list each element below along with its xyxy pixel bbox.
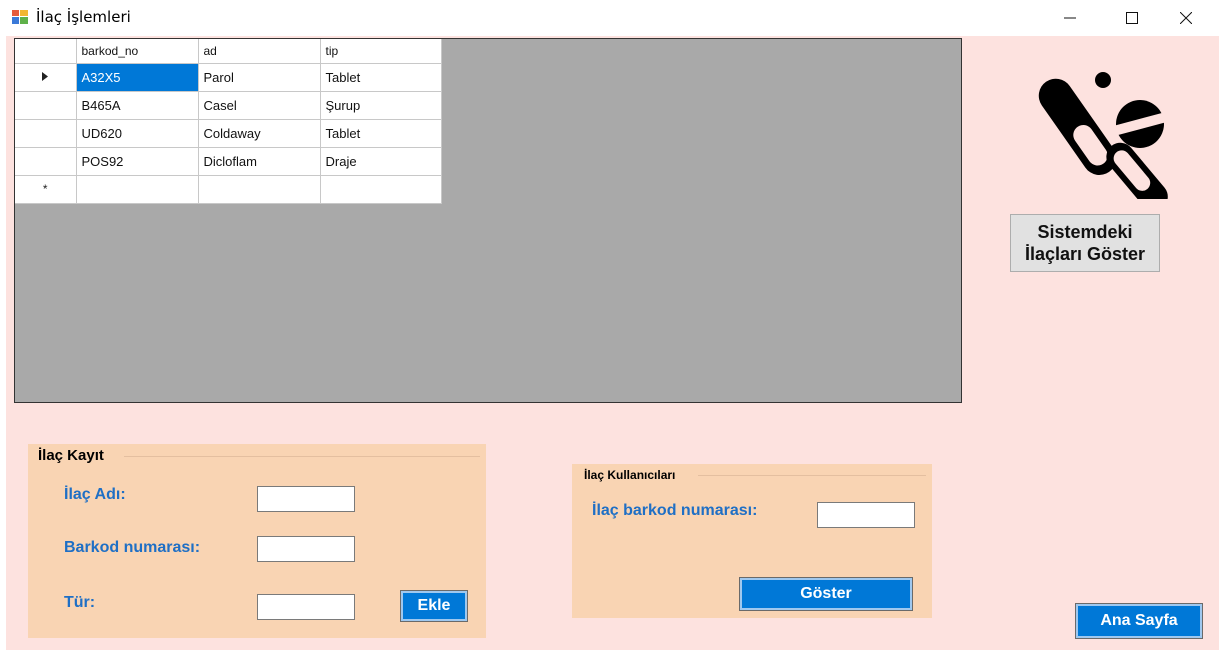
table-cell[interactable]: B465A xyxy=(76,91,199,120)
grid-header-row: barkod_no ad tip xyxy=(15,39,442,64)
minimize-icon xyxy=(1064,17,1076,19)
table-cell[interactable]: POS92 xyxy=(76,147,199,176)
table-cell[interactable]: Draje xyxy=(320,147,442,176)
type-input[interactable] xyxy=(257,594,355,620)
table-cell[interactable] xyxy=(198,175,321,204)
grid-corner-header[interactable] xyxy=(15,39,77,64)
minimize-button[interactable] xyxy=(1047,0,1093,36)
drug-barcode-label: İlaç barkod numarası: xyxy=(592,502,758,519)
table-cell[interactable]: UD620 xyxy=(76,119,199,148)
new-row[interactable]: * xyxy=(15,175,442,204)
table-cell[interactable]: Dicloflam xyxy=(198,147,321,176)
row-header[interactable] xyxy=(15,63,77,92)
close-icon xyxy=(1180,12,1192,24)
group-title: İlaç Kullanıcıları xyxy=(584,468,676,482)
app-icon xyxy=(12,10,28,24)
show-all-drugs-label-line2: İlaçları Göster xyxy=(1024,244,1146,264)
show-users-button[interactable]: Göster xyxy=(739,577,913,611)
group-title: İlaç Kayıt xyxy=(38,447,104,464)
table-cell[interactable]: A32X5 xyxy=(76,63,199,92)
new-row-marker: * xyxy=(15,175,77,204)
ilac-data-grid[interactable]: barkod_no ad tip A32X5 Parol Tablet B465… xyxy=(14,38,962,403)
table-cell[interactable] xyxy=(320,175,442,204)
drug-name-input[interactable] xyxy=(257,486,355,512)
ilac-kullanicilari-group: İlaç Kullanıcıları İlaç barkod numarası:… xyxy=(572,464,932,618)
table-row[interactable]: UD620 Coldaway Tablet xyxy=(15,119,442,148)
title-bar: İlaç İşlemleri xyxy=(0,0,1219,36)
barcode-label: Barkod numarası: xyxy=(64,539,201,556)
table-row[interactable]: A32X5 Parol Tablet xyxy=(15,63,442,92)
table-cell[interactable]: Tablet xyxy=(320,119,442,148)
drug-barcode-input[interactable] xyxy=(817,502,915,528)
grid-table: barkod_no ad tip A32X5 Parol Tablet B465… xyxy=(15,39,442,204)
barcode-input[interactable] xyxy=(257,536,355,562)
type-label: Tür: xyxy=(64,594,96,611)
group-border xyxy=(698,475,926,476)
table-cell[interactable]: Parol xyxy=(198,63,321,92)
show-all-drugs-label-line1: Sistemdeki xyxy=(1037,222,1133,242)
table-cell[interactable]: Tablet xyxy=(320,63,442,92)
row-header[interactable] xyxy=(15,119,77,148)
current-row-arrow-icon xyxy=(42,72,49,81)
drug-name-label: İlaç Adı: xyxy=(64,486,126,503)
pills-icon xyxy=(1038,72,1168,199)
maximize-icon xyxy=(1126,12,1138,24)
form-client-area: barkod_no ad tip A32X5 Parol Tablet B465… xyxy=(6,36,1219,650)
maximize-button[interactable] xyxy=(1109,0,1155,36)
row-header[interactable] xyxy=(15,91,77,120)
table-cell[interactable]: Şurup xyxy=(320,91,442,120)
home-button[interactable]: Ana Sayfa xyxy=(1075,603,1203,639)
table-cell[interactable]: Casel xyxy=(198,91,321,120)
table-row[interactable]: B465A Casel Şurup xyxy=(15,91,442,120)
table-row[interactable]: POS92 Dicloflam Draje xyxy=(15,147,442,176)
close-button[interactable] xyxy=(1163,0,1209,36)
column-header[interactable]: ad xyxy=(198,39,321,64)
show-all-drugs-button[interactable]: Sistemdeki İlaçları Göster xyxy=(1010,214,1160,272)
ilac-kayit-group: İlaç Kayıt İlaç Adı: Barkod numarası: Tü… xyxy=(28,444,486,638)
column-header[interactable]: tip xyxy=(320,39,442,64)
row-header[interactable] xyxy=(15,147,77,176)
table-cell[interactable] xyxy=(76,175,199,204)
column-header[interactable]: barkod_no xyxy=(76,39,199,64)
group-border xyxy=(124,456,480,457)
add-button[interactable]: Ekle xyxy=(400,590,468,622)
window-title: İlaç İşlemleri xyxy=(36,8,131,26)
table-cell[interactable]: Coldaway xyxy=(198,119,321,148)
